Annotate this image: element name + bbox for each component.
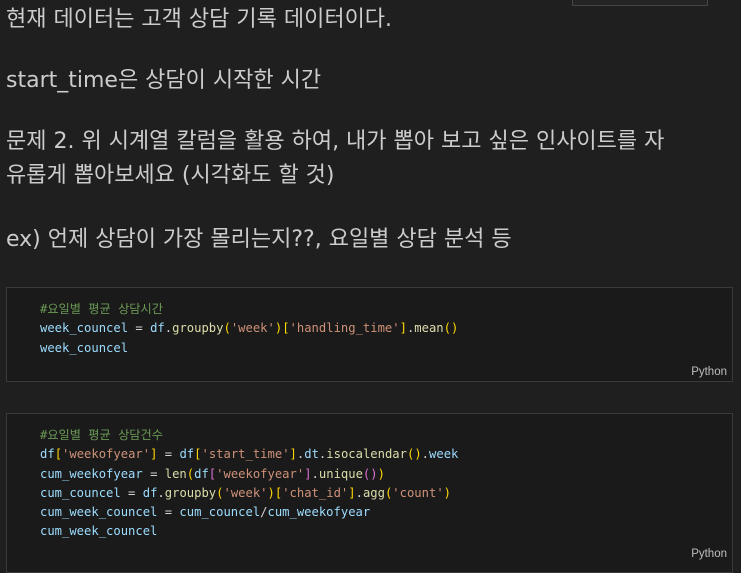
code-token: df — [142, 485, 158, 500]
code-token: = — [120, 485, 143, 500]
code-token: df — [179, 447, 195, 462]
code-token: = — [157, 447, 180, 462]
markdown-line: ex) 언제 상담이 가장 몰리는지??, 요일별 상담 분석 등 — [6, 227, 512, 252]
code-token: 'start_time' — [201, 447, 290, 462]
cell-language-label[interactable]: Python — [691, 548, 727, 560]
code-token: week_councel — [40, 340, 129, 355]
code-token: cum_week_councel — [40, 524, 158, 539]
code-token: = — [128, 321, 151, 336]
code-token: week_councel — [40, 321, 129, 336]
code-token: df — [150, 321, 165, 336]
markdown-line: 유롭게 뽑아보세요 (시각화도 할 것) — [6, 163, 335, 188]
code-editor[interactable]: #요일별 평균 상담건수 df['weekofyear'] = df['star… — [40, 426, 458, 542]
code-token: . — [164, 321, 173, 336]
code-token: cum_councel — [179, 505, 261, 520]
code-comment: #요일별 평균 상담건수 — [40, 428, 163, 442]
code-editor[interactable]: #요일별 평균 상담시간 week_councel = df.groupby('… — [40, 300, 458, 358]
code-token: 'chat_id' — [282, 485, 349, 500]
code-comment: #요일별 평균 상담시간 — [40, 302, 163, 316]
code-token: cum_week_councel — [40, 505, 158, 520]
code-cell[interactable]: #요일별 평균 상담시간 week_councel = df.groupby('… — [6, 287, 733, 382]
code-cell[interactable]: #요일별 평균 상담건수 df['weekofyear'] = df['star… — [6, 413, 733, 573]
markdown-line: 문제 2. 위 시계열 칼럼을 활용 하여, 내가 뽑아 보고 싶은 인사이트를… — [6, 129, 665, 154]
code-token: len — [164, 466, 187, 481]
code-token: dt — [304, 447, 319, 462]
code-token: 'week' — [223, 485, 268, 500]
code-token: = — [142, 466, 165, 481]
code-token: = — [157, 505, 180, 520]
code-token: agg — [362, 485, 385, 500]
code-token: cum_weekofyear — [267, 505, 371, 520]
code-token: week — [429, 447, 459, 462]
code-token: groupby — [164, 485, 217, 500]
code-token: cum_weekofyear — [40, 466, 143, 481]
code-token: 'handling_time' — [289, 321, 400, 336]
markdown-line: 현재 데이터는 고객 상담 기록 데이터이다. — [6, 7, 393, 32]
markdown-line: start_time은 상담이 시작한 시간 — [6, 68, 322, 93]
code-token: 'weekofyear' — [216, 466, 305, 481]
code-token: df — [40, 447, 55, 462]
code-token: cum_councel — [40, 485, 121, 500]
code-token: groupby — [172, 321, 224, 336]
code-token: 'week' — [230, 321, 275, 336]
code-token: df — [194, 466, 209, 481]
cell-language-label[interactable]: Python — [691, 366, 727, 378]
code-token: mean — [414, 321, 444, 336]
code-token: unique — [318, 466, 363, 481]
code-token: 'weekofyear' — [62, 447, 151, 462]
code-token: isocalendar — [326, 447, 407, 462]
code-token: 'count' — [392, 485, 444, 500]
